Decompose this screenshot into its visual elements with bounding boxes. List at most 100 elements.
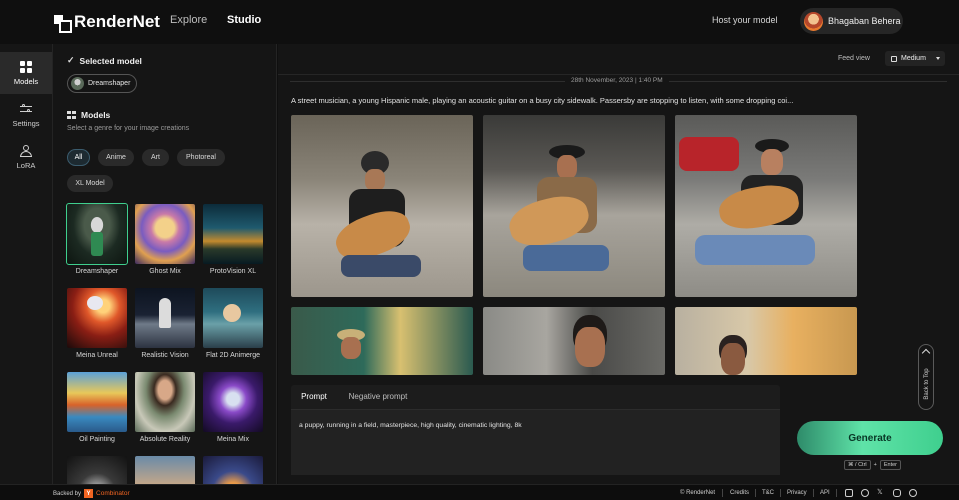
- model-tile-absolute-reality[interactable]: Absolute Reality: [135, 372, 195, 443]
- divider: [836, 489, 837, 497]
- rail-item-models[interactable]: Models: [0, 52, 52, 94]
- model-tile-oil-painting[interactable]: Oil Painting: [67, 372, 127, 443]
- model-thumbnail: [67, 372, 127, 432]
- main-feed: Feed view Medium 28th November, 2023 | 1…: [278, 44, 959, 484]
- backed-by-label: Backed by: [53, 490, 82, 497]
- back-to-top-button[interactable]: Back to Top: [918, 344, 934, 410]
- top-bar: RenderNet Explore Studio Host your model…: [0, 0, 959, 44]
- x-twitter-icon[interactable]: 𝕏: [877, 489, 885, 497]
- rail-label: Settings: [12, 118, 40, 128]
- model-thumbnail: [135, 204, 195, 264]
- model-tile-partial[interactable]: [67, 456, 127, 484]
- model-thumbnail: [67, 456, 127, 484]
- model-tile-dreamshaper[interactable]: Dreamshaper: [66, 203, 128, 275]
- model-thumbnail: [71, 77, 84, 90]
- user-name: Bhagaban Behera: [828, 16, 901, 26]
- model-thumbnail: [135, 372, 195, 432]
- model-name: Absolute Reality: [139, 436, 191, 443]
- model-tile-protovision-xl[interactable]: ProtoVision XL: [203, 204, 263, 275]
- model-thumbnail: [135, 456, 195, 484]
- selected-model-label: Selected model: [79, 55, 142, 66]
- linkedin-icon[interactable]: [861, 489, 869, 497]
- genre-anime[interactable]: Anime: [98, 149, 134, 166]
- prompt-input[interactable]: a puppy, running in a field, masterpiece…: [291, 409, 780, 475]
- divider: [722, 489, 723, 497]
- feed-view-value: Medium: [901, 55, 926, 62]
- models-panel: ✓ Selected model Dreamshaper Models Sele…: [53, 44, 277, 484]
- model-name: Flat 2D Animerge: [205, 352, 261, 359]
- model-name: Oil Painting: [79, 436, 115, 443]
- chevron-down-icon: [936, 57, 940, 60]
- footer-link-privacy[interactable]: Privacy: [787, 490, 807, 496]
- arrow-up-icon: [921, 348, 931, 358]
- shortcut-plus: +: [873, 462, 877, 468]
- reddit-icon[interactable]: [909, 489, 917, 497]
- models-grid-icon: [67, 110, 76, 120]
- selected-model-title: ✓ Selected model: [67, 55, 142, 66]
- rail-item-settings[interactable]: Settings: [0, 94, 52, 136]
- divider: [813, 489, 814, 497]
- footer-link-api[interactable]: API: [820, 490, 830, 496]
- model-tile-partial[interactable]: [135, 456, 195, 484]
- feed-view-select[interactable]: Medium: [885, 51, 945, 66]
- generated-image[interactable]: [675, 307, 857, 375]
- rendernet-logo[interactable]: RenderNet: [54, 12, 160, 33]
- model-thumbnail: [67, 288, 127, 348]
- generated-image[interactable]: [291, 115, 473, 297]
- models-title: Models: [67, 110, 110, 120]
- generated-image[interactable]: [483, 115, 665, 297]
- divider: [755, 489, 756, 497]
- model-tile-meina-mix[interactable]: Meina Mix: [203, 372, 263, 443]
- sidebar-rail: Models Settings LoRA: [0, 44, 53, 484]
- y-combinator-logo-icon: Y: [84, 489, 94, 498]
- instagram-icon[interactable]: [845, 489, 853, 497]
- divider: [278, 74, 959, 75]
- model-thumbnail: [203, 204, 263, 264]
- avatar: [804, 11, 823, 31]
- generated-image[interactable]: [675, 115, 857, 297]
- model-tile-realistic-vision[interactable]: Realistic Vision: [135, 288, 195, 359]
- model-thumbnail: [135, 288, 195, 348]
- selected-model-name: Dreamshaper: [88, 80, 131, 87]
- footer: Backed by Y Combinator © RenderNet Credi…: [0, 484, 959, 500]
- date-separator: 28th November, 2023 | 1:40 PM: [290, 76, 947, 86]
- generation-date: 28th November, 2023 | 1:40 PM: [565, 77, 669, 84]
- check-icon: ✓: [67, 55, 75, 65]
- generate-button[interactable]: Generate: [797, 421, 943, 455]
- back-to-top-label: Back to Top: [924, 368, 930, 400]
- genre-art[interactable]: Art: [142, 149, 169, 166]
- model-name: Meina Mix: [217, 436, 249, 443]
- nav-studio[interactable]: Studio: [227, 14, 261, 26]
- discord-icon[interactable]: [893, 489, 901, 497]
- rail-label: Models: [13, 76, 39, 86]
- genre-xl-model[interactable]: XL Model: [67, 175, 113, 192]
- generate-shortcut: ⌘ / Ctrl + Enter: [844, 460, 902, 470]
- footer-link-tnc[interactable]: T&C: [762, 490, 774, 496]
- genre-photoreal[interactable]: Photoreal: [177, 149, 225, 166]
- user-menu-button[interactable]: Bhagaban Behera: [800, 8, 903, 34]
- model-tile-flat-2d-animerge[interactable]: Flat 2D Animerge: [203, 288, 263, 359]
- footer-link-credits[interactable]: Credits: [730, 490, 749, 496]
- grid-icon: [20, 60, 32, 73]
- model-thumbnail: [66, 203, 128, 265]
- brand-name: RenderNet: [74, 12, 160, 31]
- model-name: Ghost Mix: [149, 268, 181, 275]
- selected-model-chip[interactable]: Dreamshaper: [67, 74, 138, 93]
- sliders-icon: [20, 103, 32, 115]
- model-thumbnail: [203, 456, 263, 484]
- generated-image[interactable]: [291, 307, 473, 375]
- model-tile-partial[interactable]: [203, 456, 263, 484]
- lora-icon: [20, 144, 32, 157]
- host-your-model-link[interactable]: Host your model: [712, 15, 778, 25]
- generated-image[interactable]: [483, 307, 665, 375]
- model-thumbnail: [203, 372, 263, 432]
- nav-explore[interactable]: Explore: [170, 14, 207, 26]
- genre-all[interactable]: All: [67, 149, 90, 166]
- shortcut-key: Enter: [879, 460, 902, 470]
- models-subtitle: Select a genre for your image creations: [67, 125, 190, 132]
- feed-view-label: Feed view: [838, 55, 870, 62]
- model-tile-ghost-mix[interactable]: Ghost Mix: [135, 204, 195, 275]
- model-tile-meina-unreal[interactable]: Meina Unreal: [67, 288, 127, 359]
- rail-item-lora[interactable]: LoRA: [0, 136, 52, 178]
- rail-label: LoRA: [16, 160, 36, 170]
